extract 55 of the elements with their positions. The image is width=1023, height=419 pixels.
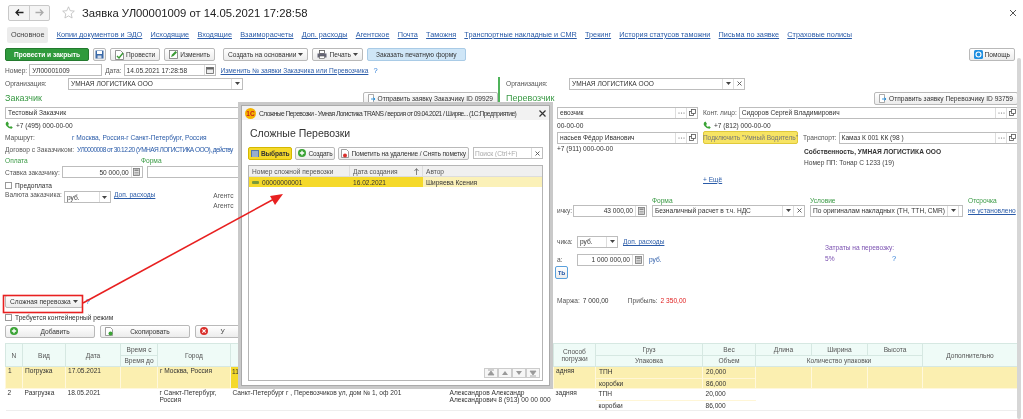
calculator-icon — [133, 168, 141, 176]
add-icon — [10, 327, 18, 335]
calendar-icon — [205, 66, 214, 74]
caret-icon — [353, 53, 359, 56]
caret-icon — [234, 82, 240, 85]
page-up-button[interactable] — [498, 368, 512, 378]
phone-icon — [703, 121, 711, 129]
arrow-right-icon — [35, 9, 44, 16]
checkbox[interactable] — [5, 313, 12, 321]
scroll-bottom-icon — [529, 369, 537, 377]
copy-icon — [105, 326, 113, 336]
open-icon — [1008, 109, 1016, 116]
delete-icon — [200, 327, 208, 335]
arrow-left-icon — [14, 9, 24, 16]
clear-icon — [736, 81, 742, 86]
clear-icon — [534, 150, 540, 156]
open-icon — [688, 134, 696, 141]
arrow-down-icon — [515, 369, 523, 377]
pencil-icon — [169, 50, 179, 59]
phone-icon — [5, 121, 13, 129]
save-button[interactable] — [93, 48, 107, 61]
open-icon — [1008, 134, 1016, 141]
scroll-top-icon — [487, 369, 495, 377]
close-icon — [539, 109, 546, 117]
add-icon — [298, 149, 307, 157]
calculator-icon — [634, 255, 642, 264]
caret-icon — [725, 82, 731, 85]
delete-document-icon — [341, 148, 350, 158]
last-page-button[interactable] — [526, 368, 540, 378]
floppy-icon — [95, 50, 105, 59]
document-icon — [115, 49, 125, 60]
dialog-heading: Сложные Перевозки — [249, 126, 352, 141]
calculator-icon — [637, 206, 645, 215]
caret-icon — [72, 299, 78, 303]
caret-icon — [102, 195, 108, 199]
checkbox[interactable] — [5, 181, 12, 189]
send-icon — [879, 93, 888, 103]
close-icon — [1009, 8, 1017, 17]
help-icon — [973, 50, 983, 59]
list-icon — [251, 149, 259, 157]
printer-icon — [317, 50, 328, 59]
caret-icon — [785, 209, 791, 212]
window-title: Заявка УЛ00001009 от 14.05.2021 17:28:58 — [82, 6, 308, 19]
item-icon — [252, 180, 259, 184]
section-heading: Заказчик — [5, 93, 42, 103]
caret-icon — [609, 240, 615, 243]
scrollbar[interactable] — [1017, 58, 1021, 419]
caret-icon — [298, 53, 304, 56]
caret-icon — [950, 209, 956, 212]
page-down-button[interactable] — [512, 368, 526, 378]
arrow-up-icon — [501, 369, 509, 377]
clear-icon — [796, 208, 802, 213]
section-heading: Перевозчик — [506, 93, 555, 103]
open-icon — [688, 109, 696, 116]
first-page-button[interactable] — [484, 368, 498, 378]
